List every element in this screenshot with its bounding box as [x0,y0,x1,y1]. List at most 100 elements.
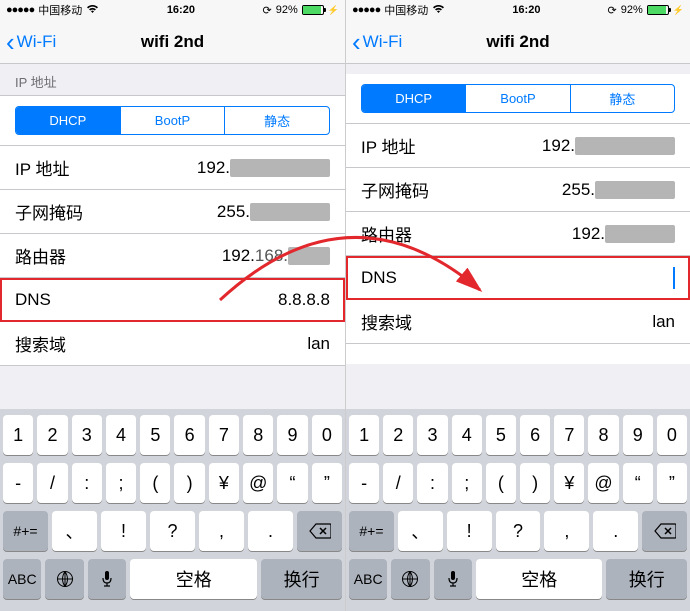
key-8[interactable]: 8 [588,415,618,455]
search-value: lan [307,334,330,354]
seg-dhcp[interactable]: DHCP [362,85,466,112]
key-4[interactable]: 4 [452,415,482,455]
key-char[interactable]: / [383,463,413,503]
phone-left: ●●●●● 中国移动 16:20 ⟳ 92% ⚡ ‹ Wi-Fi wifi 2n… [0,0,345,611]
row-subnet[interactable]: 子网掩码 255. [0,190,345,234]
battery-icon [647,5,669,15]
key-char[interactable]: , [199,511,244,551]
key-globe[interactable] [391,559,429,599]
key-char[interactable]: ) [520,463,550,503]
key-char[interactable]: ? [150,511,195,551]
key-char[interactable]: , [544,511,589,551]
status-bar: ●●●●● 中国移动 16:20 ⟳ 92% ⚡ [0,0,345,20]
key-backspace[interactable] [642,511,687,551]
row-subnet[interactable]: 子网掩码 255. [346,168,690,212]
key-char[interactable]: / [37,463,67,503]
key-mic[interactable] [434,559,472,599]
key-space[interactable]: 空格 [476,559,603,599]
key-4[interactable]: 4 [106,415,136,455]
row-search-domain[interactable]: 搜索域 lan [346,300,690,344]
key-char[interactable]: @ [588,463,618,503]
segment-control: DHCP BootP 静态 [0,95,345,146]
key-char[interactable]: - [3,463,33,503]
key-5[interactable]: 5 [140,415,170,455]
rotation-lock-icon: ⟳ [263,4,272,17]
charging-icon: ⚡ [673,5,684,16]
search-value: lan [652,312,675,332]
key-alt[interactable]: #+= [349,511,394,551]
key-globe[interactable] [45,559,83,599]
key-alt[interactable]: #+= [3,511,48,551]
key-char[interactable]: ! [101,511,146,551]
key-char[interactable]: ( [140,463,170,503]
segment-control: DHCP BootP 静态 [346,74,690,124]
settings-list: IP 地址 192. 子网掩码 255. 路由器 192.168. DNS 8.… [0,146,345,366]
key-row-3: #+= 、!?,. [349,511,687,551]
key-char[interactable]: : [72,463,102,503]
row-dns[interactable]: DNS 8.8.8.8 [0,278,345,322]
back-button[interactable]: ‹ Wi-Fi [0,29,56,55]
key-char[interactable]: ) [174,463,204,503]
seg-static[interactable]: 静态 [225,107,329,134]
row-ip[interactable]: IP 地址 192. [346,124,690,168]
key-char[interactable]: @ [243,463,273,503]
key-space[interactable]: 空格 [130,559,257,599]
key-9[interactable]: 9 [277,415,307,455]
key-2[interactable]: 2 [37,415,67,455]
redacted-subnet [250,203,330,221]
key-char[interactable]: - [349,463,379,503]
key-char[interactable]: ( [486,463,516,503]
key-5[interactable]: 5 [486,415,516,455]
key-char[interactable]: 、 [52,511,97,551]
key-abc[interactable]: ABC [3,559,41,599]
seg-bootp[interactable]: BootP [466,85,570,112]
key-3[interactable]: 3 [417,415,447,455]
row-router[interactable]: 路由器 192. [346,212,690,256]
row-router[interactable]: 路由器 192.168. [0,234,345,278]
key-6[interactable]: 6 [520,415,550,455]
key-char[interactable]: ! [447,511,492,551]
seg-bootp[interactable]: BootP [121,107,226,134]
seg-dhcp[interactable]: DHCP [16,107,121,134]
key-char[interactable]: ” [312,463,342,503]
key-7[interactable]: 7 [554,415,584,455]
key-return[interactable]: 换行 [261,559,342,599]
key-return[interactable]: 换行 [606,559,687,599]
key-char[interactable]: ? [496,511,541,551]
back-button[interactable]: ‹ Wi-Fi [346,29,402,55]
key-char[interactable]: ” [657,463,687,503]
key-char[interactable]: ; [452,463,482,503]
key-char[interactable]: 、 [398,511,443,551]
key-char[interactable]: : [417,463,447,503]
signal-dots-icon: ●●●●● [6,4,34,16]
key-3[interactable]: 3 [72,415,102,455]
key-char[interactable]: . [593,511,638,551]
key-mic[interactable] [88,559,126,599]
key-2[interactable]: 2 [383,415,413,455]
key-char[interactable]: ¥ [554,463,584,503]
key-7[interactable]: 7 [209,415,239,455]
page-title: wifi 2nd [141,32,204,52]
key-0[interactable]: 0 [312,415,342,455]
key-0[interactable]: 0 [657,415,687,455]
row-ip[interactable]: IP 地址 192. [0,146,345,190]
key-abc[interactable]: ABC [349,559,387,599]
wifi-icon [432,4,445,17]
key-6[interactable]: 6 [174,415,204,455]
key-row-2: -/:;()¥@“” [3,463,342,503]
key-char[interactable]: “ [277,463,307,503]
chevron-left-icon: ‹ [352,29,361,55]
key-char[interactable]: . [248,511,293,551]
seg-static[interactable]: 静态 [571,85,674,112]
key-1[interactable]: 1 [3,415,33,455]
key-char[interactable]: ¥ [209,463,239,503]
key-row-4: ABC 空格 换行 [349,559,687,599]
key-8[interactable]: 8 [243,415,273,455]
key-char[interactable]: ; [106,463,136,503]
row-search-domain[interactable]: 搜索域 lan [0,322,345,366]
key-char[interactable]: “ [623,463,653,503]
row-dns[interactable]: DNS [346,256,690,300]
key-1[interactable]: 1 [349,415,379,455]
key-9[interactable]: 9 [623,415,653,455]
key-backspace[interactable] [297,511,342,551]
